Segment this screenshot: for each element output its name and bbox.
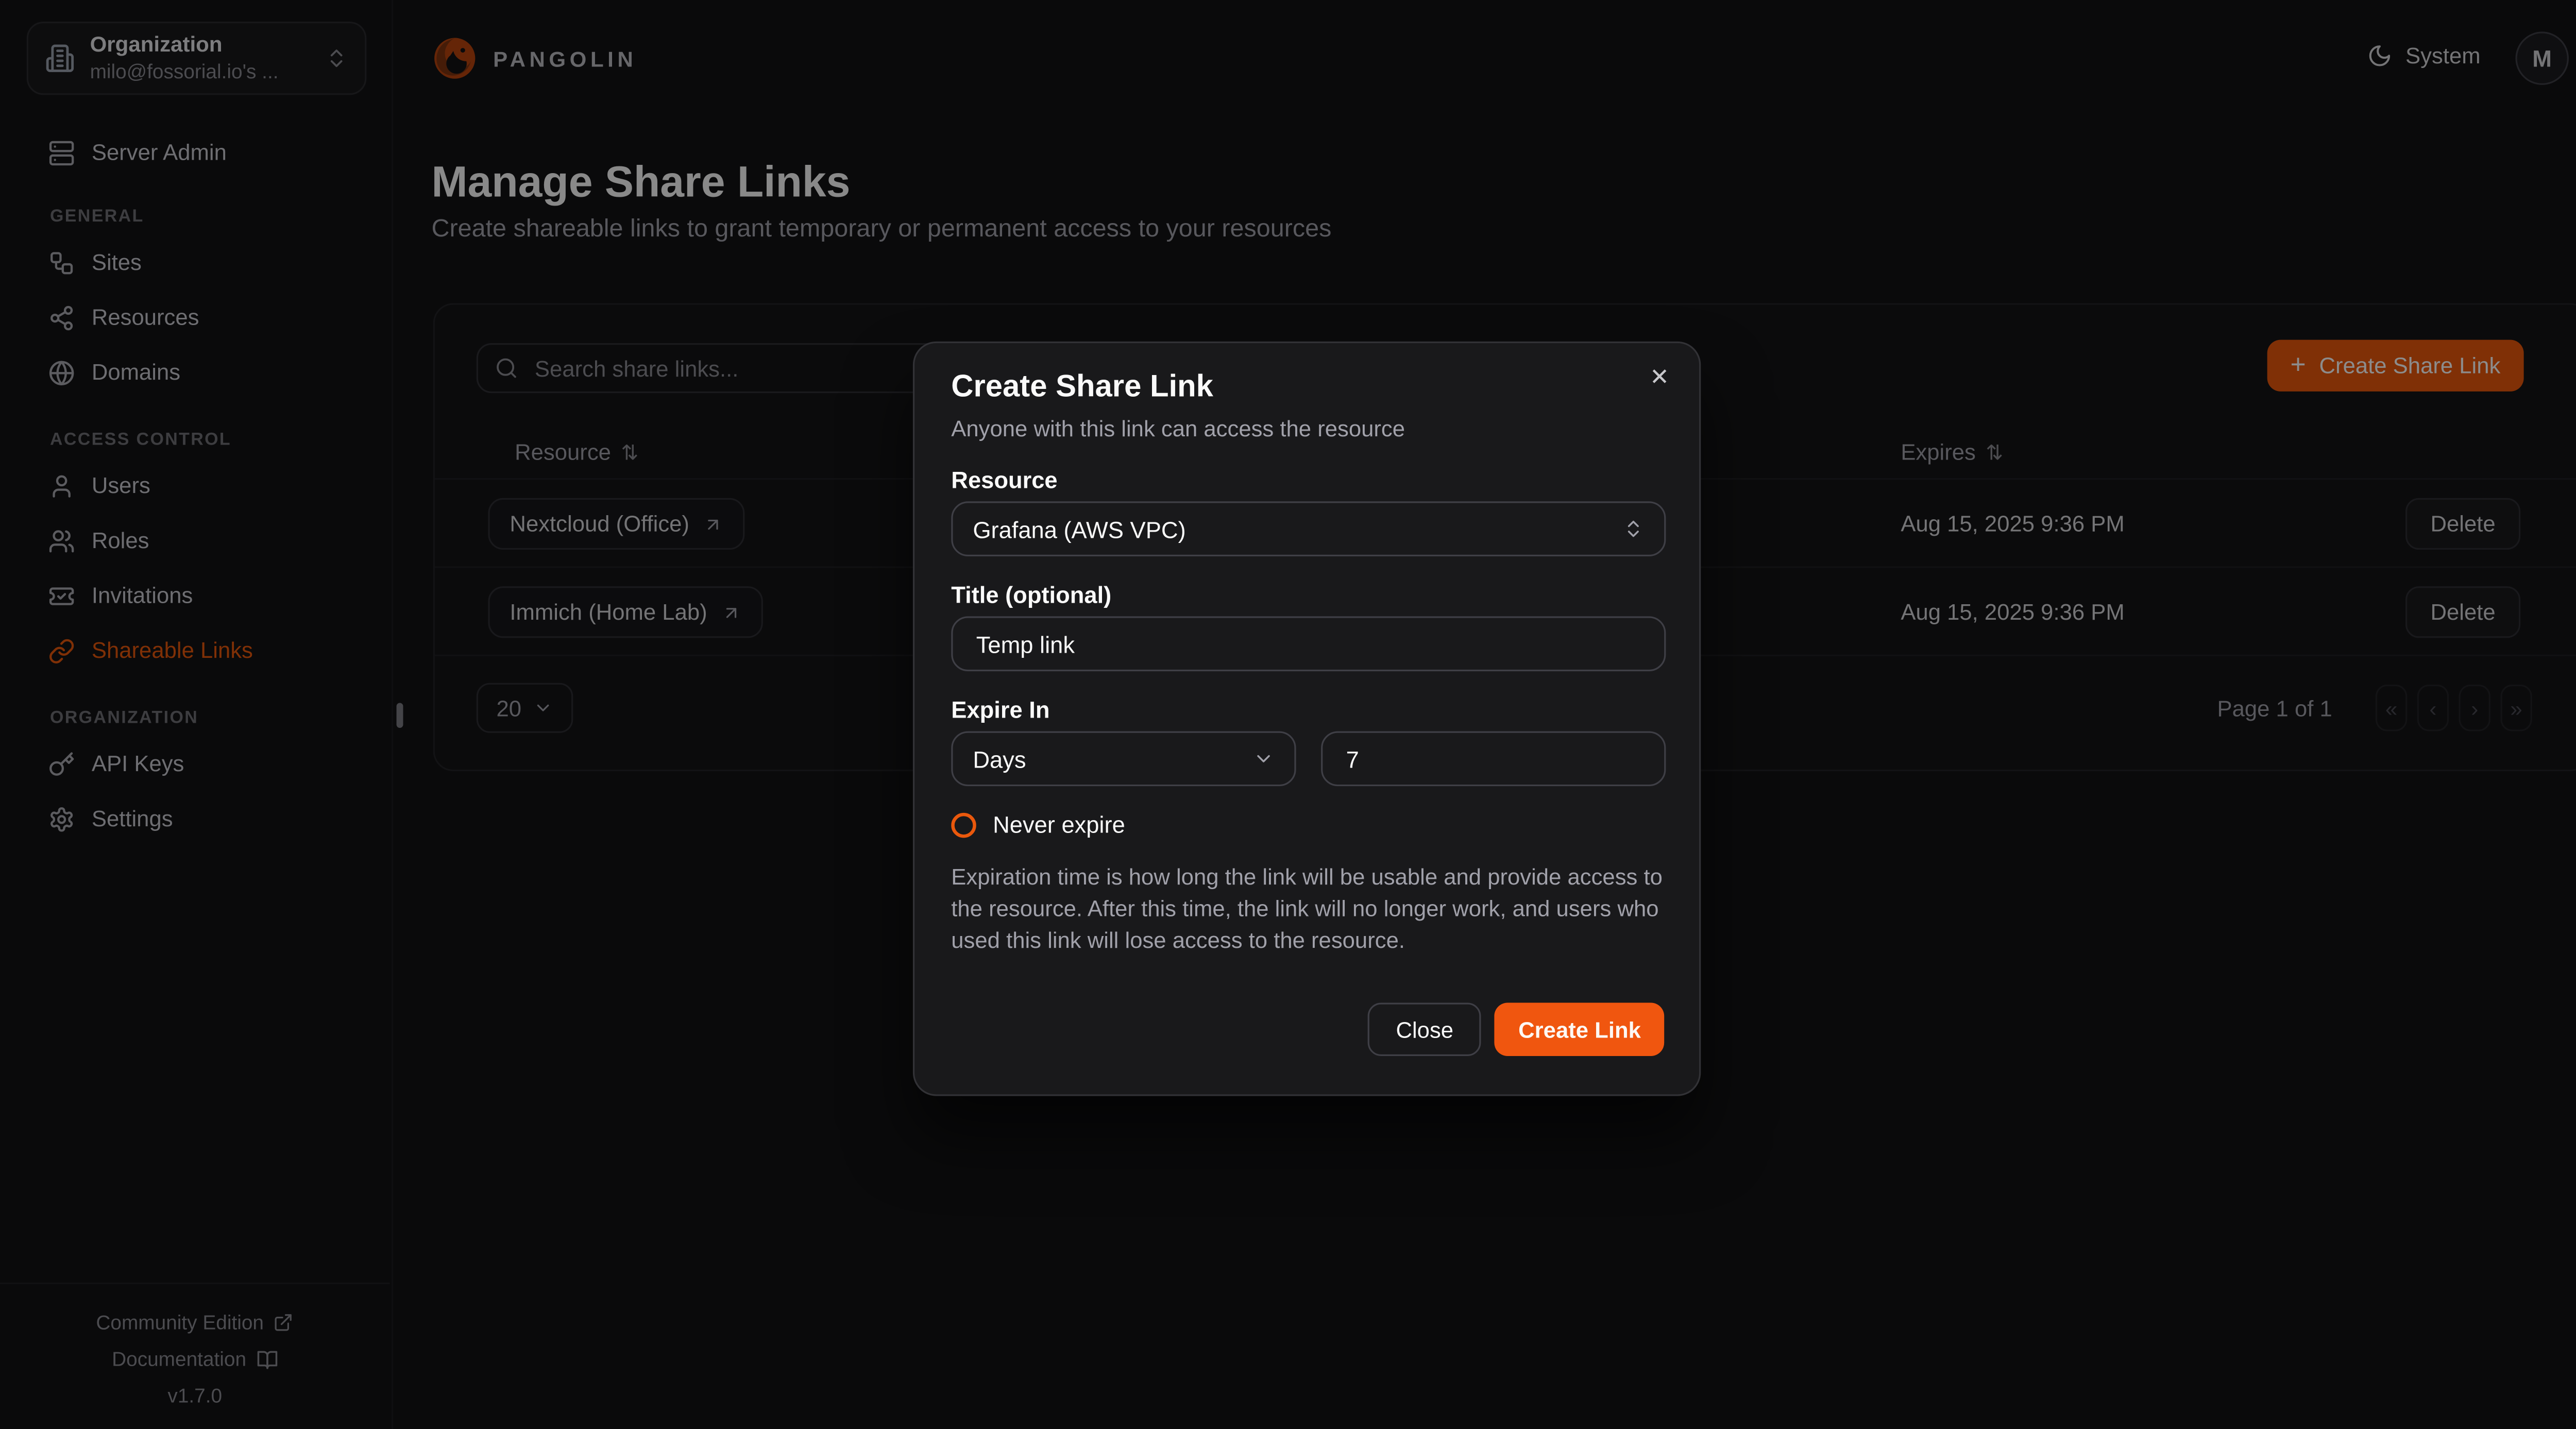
resource-field-label: Resource [951, 466, 1057, 493]
expire-field-label: Expire In [951, 696, 1049, 723]
never-expire-label: Never expire [993, 811, 1125, 838]
radio-unchecked-icon[interactable] [951, 812, 976, 837]
chevrons-up-down-icon [1622, 518, 1644, 540]
modal-create-link-button[interactable]: Create Link [1495, 1003, 1664, 1056]
modal-description: Anyone with this link can access the res… [951, 416, 1405, 441]
expire-unit-select[interactable]: Days [951, 731, 1296, 786]
modal-close-button[interactable]: Close [1367, 1003, 1482, 1056]
title-field-label: Title (optional) [951, 581, 1111, 608]
never-expire-option[interactable]: Never expire [951, 811, 1125, 838]
resource-select[interactable]: Grafana (AWS VPC) [951, 501, 1666, 556]
title-input[interactable] [973, 629, 1644, 659]
title-field [951, 616, 1666, 671]
close-icon[interactable]: ✕ [1650, 365, 1669, 388]
expiration-help-text: Expiration time is how long the link wil… [951, 861, 1669, 956]
app-window: Organization milo@fossorial.io's ... Ser… [0, 0, 2576, 1429]
create-share-link-modal: ✕ Create Share Link Anyone with this lin… [913, 342, 1701, 1096]
expire-value-input[interactable] [1343, 744, 1644, 774]
expire-value-field [1321, 731, 1666, 786]
chevron-down-icon [1253, 748, 1275, 770]
modal-title: Create Share Link [951, 368, 1213, 405]
